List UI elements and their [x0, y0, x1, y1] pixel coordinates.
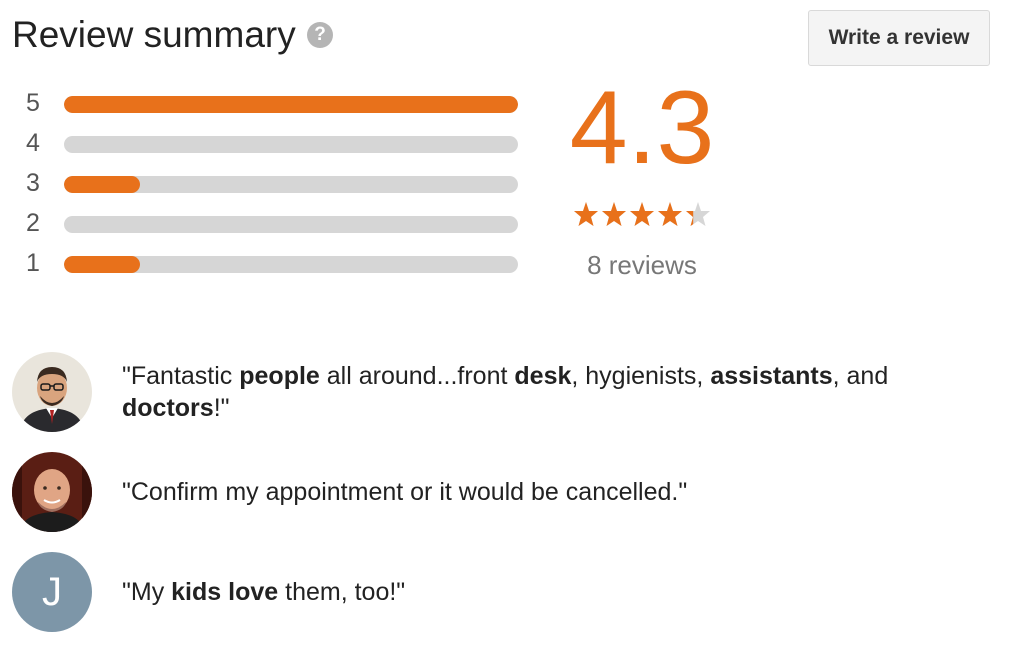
review-quote: "My kids love them, too!"	[122, 576, 922, 608]
average-rating: 4.3	[569, 70, 715, 186]
review-text: them, too!"	[278, 578, 406, 606]
review-text: , hygienists,	[571, 362, 711, 390]
star-icon	[574, 202, 598, 226]
review-keyword: assistants	[710, 362, 833, 390]
star-icon	[658, 202, 682, 226]
rating-bar-track	[64, 96, 518, 113]
help-icon[interactable]: ?	[307, 22, 333, 48]
rating-label: 3	[26, 169, 40, 197]
rating-bar-fill	[64, 176, 140, 193]
review-text: , and	[832, 362, 889, 390]
page-title: Review summary	[12, 14, 296, 55]
rating-bar-track	[64, 216, 518, 233]
review-keyword: love	[228, 578, 279, 606]
avatar-initial: J	[42, 570, 62, 614]
person-photo-bald-icon	[12, 452, 92, 532]
rating-bar-fill	[64, 256, 140, 273]
write-review-button[interactable]: Write a review	[808, 10, 990, 66]
review-text: "My	[122, 578, 172, 606]
rating-row-3: 3	[26, 164, 526, 204]
review-snippet[interactable]: "Confirm my appointment or it would be c…	[12, 452, 1002, 532]
review-keyword: people	[239, 362, 320, 390]
star-rating-filled	[574, 202, 694, 226]
review-keyword: kids	[171, 578, 222, 606]
rating-row-4: 4	[26, 124, 526, 164]
rating-bar-fill	[64, 96, 518, 113]
person-photo-glasses-icon	[12, 352, 92, 432]
rating-bar-track	[64, 256, 518, 273]
review-text: "Confirm my appointment or it would be c…	[122, 478, 688, 506]
rating-label: 1	[26, 249, 40, 277]
avatar	[12, 352, 92, 432]
rating-label: 5	[26, 89, 40, 117]
rating-bar-track	[64, 176, 518, 193]
rating-row-2: 2	[26, 204, 526, 244]
review-quote: "Confirm my appointment or it would be c…	[122, 476, 922, 508]
rating-bar-track	[64, 136, 518, 153]
rating-label: 4	[26, 129, 40, 157]
rating-row-5: 5	[26, 84, 526, 124]
review-text: all around...front	[319, 362, 515, 390]
review-text: "Fantastic	[122, 362, 240, 390]
review-snippet[interactable]: J "My kids love them, too!"	[12, 552, 1002, 632]
star-rating	[574, 202, 710, 226]
initial-avatar-icon: J	[12, 552, 92, 632]
review-keyword: doctors	[122, 394, 214, 422]
avatar	[12, 452, 92, 532]
review-text: !"	[213, 394, 230, 422]
star-icon	[602, 202, 626, 226]
review-snippet[interactable]: "Fantastic people all around...front des…	[12, 352, 1002, 432]
rating-row-1: 1	[26, 244, 526, 284]
rating-label: 2	[26, 209, 40, 237]
review-quote: "Fantastic people all around...front des…	[122, 360, 922, 424]
rating-distribution: 5 4 3 2 1	[26, 84, 526, 284]
review-keyword: desk	[514, 362, 572, 390]
star-icon	[630, 202, 654, 226]
review-count[interactable]: 8 reviews	[540, 250, 744, 281]
